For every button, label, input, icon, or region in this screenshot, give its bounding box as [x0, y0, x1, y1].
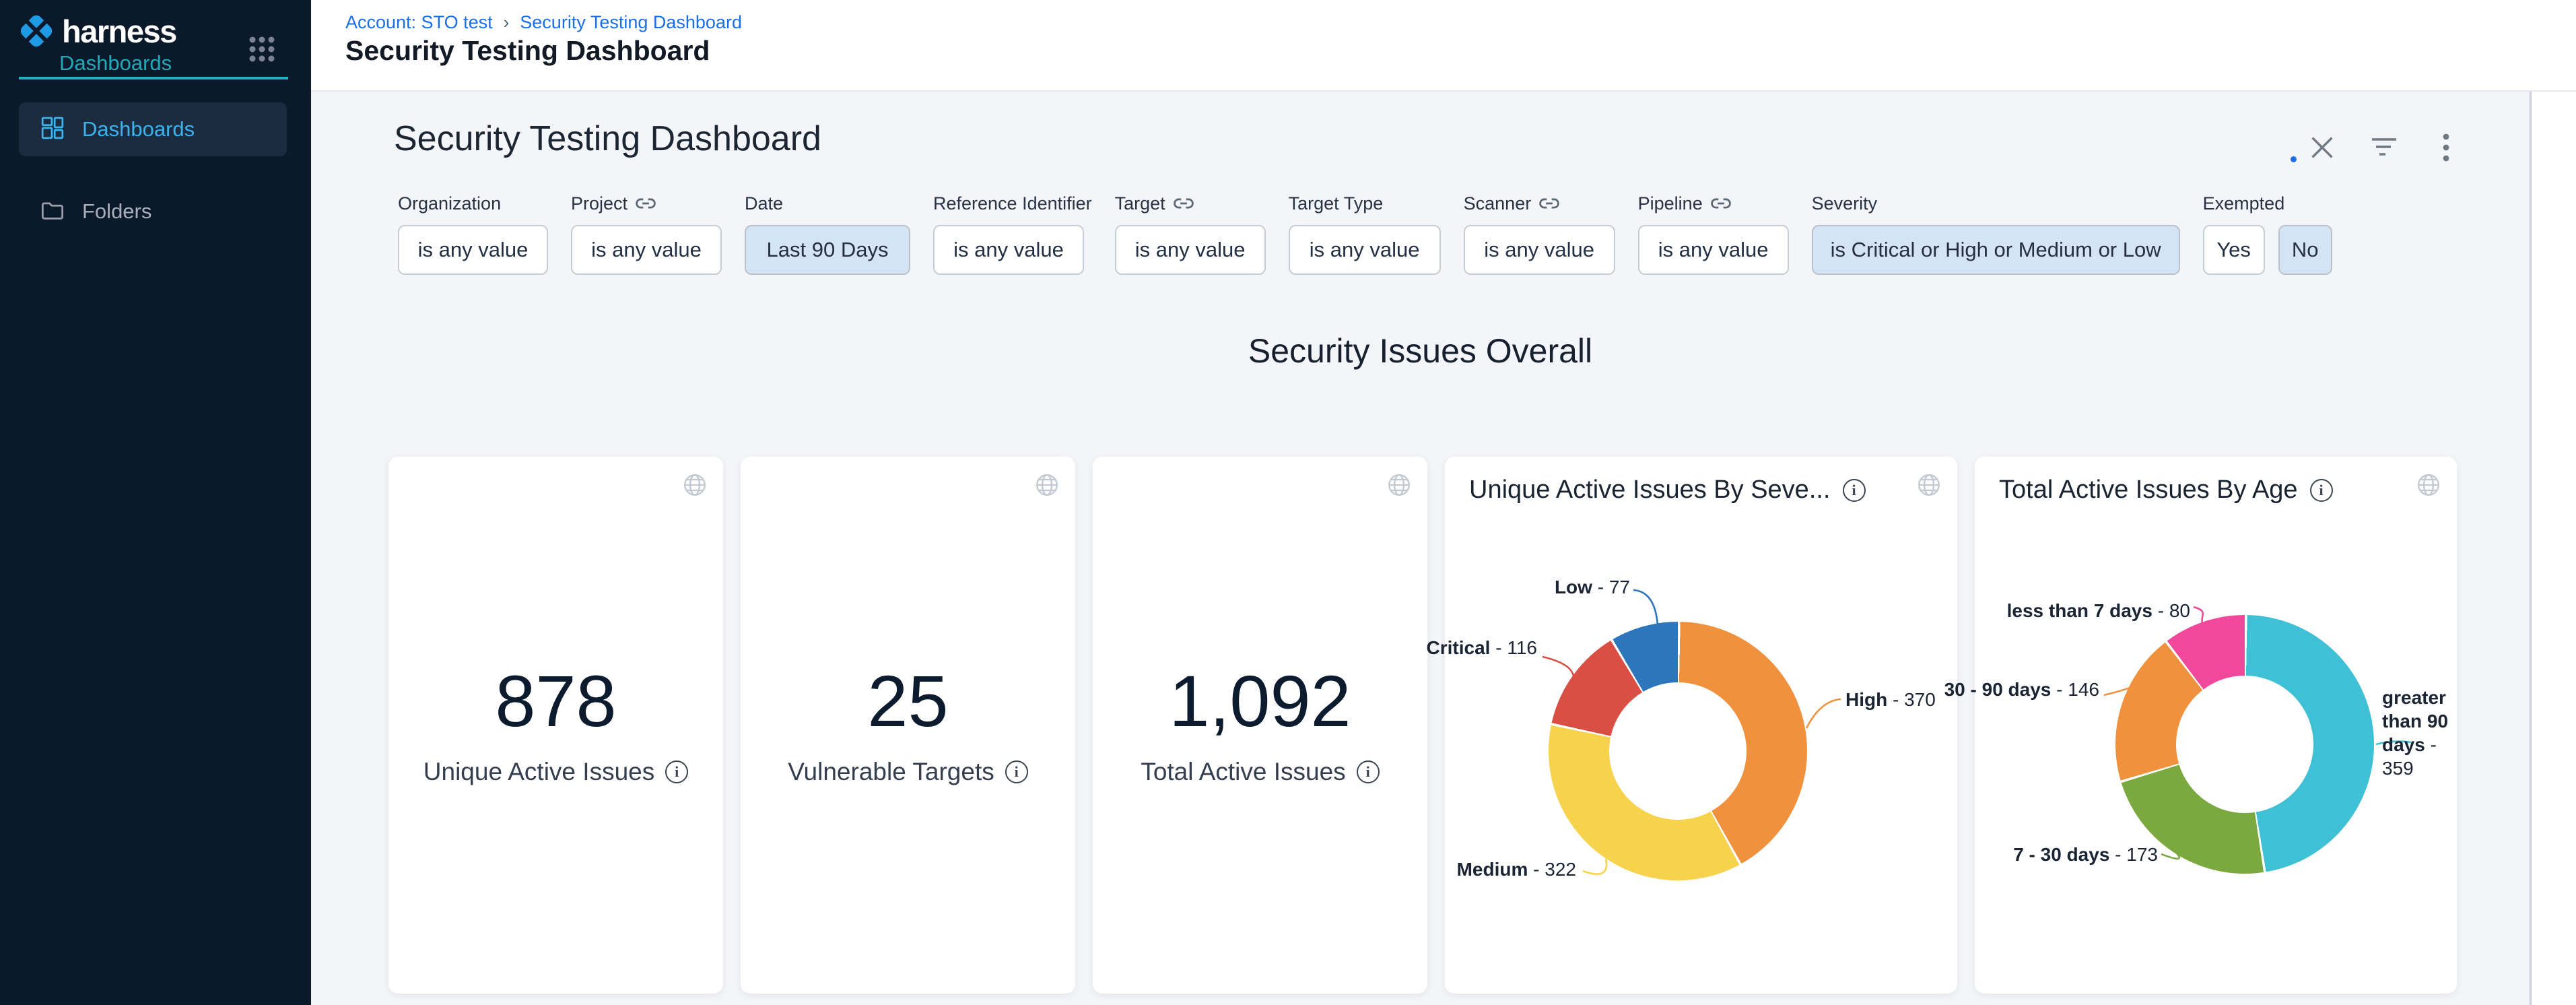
filter-label: Exempted — [2203, 193, 2285, 214]
pie-label-less-7-days: less than 7 days - 80 — [2007, 599, 2190, 622]
filter-value[interactable]: is any value — [571, 225, 722, 275]
stat-card-unique-active-issues: 878 Unique Active Issues — [388, 457, 723, 994]
pie-label-7-30-days: 7 - 30 days - 173 — [2013, 843, 2158, 866]
filter-value[interactable]: is any value — [933, 225, 1084, 275]
brand-name: harness — [62, 13, 176, 50]
filter-pipeline: Pipeline is any value — [1638, 193, 1789, 275]
filter-severity: Severity is Critical or High or Medium o… — [1812, 193, 2180, 275]
scrollbar-track[interactable] — [2530, 92, 2576, 1005]
filter-target: Target is any value — [1115, 193, 1266, 275]
filter-bar: Organization is any value Project is any… — [398, 193, 2332, 275]
stat-value: 25 — [867, 665, 948, 738]
sidebar: harness Dashboards — [0, 0, 311, 1005]
filter-value[interactable]: Last 90 Days — [745, 225, 910, 275]
pie-label-low: Low - 77 — [1555, 575, 1630, 599]
filter-label: Scanner — [1464, 193, 1532, 214]
dashboard-content: Security Testing Dashboard Organization … — [311, 92, 2530, 1005]
breadcrumb-page-link[interactable]: Security Testing Dashboard — [520, 12, 742, 33]
sidebar-divider — [19, 77, 288, 79]
harness-logo[interactable]: harness — [18, 12, 176, 50]
chart-card-issues-by-severity: Unique Active Issues By Seve... Low - 77… — [1445, 457, 1957, 994]
dashboards-icon — [40, 116, 65, 143]
filter-label: Target Type — [1289, 193, 1384, 214]
kebab-menu-icon[interactable] — [2432, 133, 2460, 162]
pie-label-high: High - 370 — [1845, 688, 1936, 711]
stat-card-vulnerable-targets: 25 Vulnerable Targets — [741, 457, 1075, 994]
stat-value: 1,092 — [1169, 665, 1351, 738]
info-icon[interactable] — [1005, 760, 1028, 783]
chart-title: Total Active Issues By Age — [1999, 476, 2298, 505]
info-icon[interactable] — [2310, 479, 2333, 502]
filter-label: Reference Identifier — [933, 193, 1092, 214]
filter-scanner: Scanner is any value — [1464, 193, 1615, 275]
sidebar-item-dashboards[interactable]: Dashboards — [19, 102, 287, 156]
filter-value[interactable]: is Critical or High or Medium or Low — [1812, 225, 2180, 275]
severity-donut[interactable] — [1549, 622, 1807, 880]
donut-hole — [1609, 682, 1747, 820]
filter-label: Date — [745, 193, 783, 214]
top-header: Account: STO test › Security Testing Das… — [311, 0, 2576, 92]
info-icon[interactable] — [1357, 760, 1380, 783]
pie-label-medium: Medium - 322 — [1457, 857, 1576, 881]
filter-target-type: Target Type is any value — [1289, 193, 1441, 275]
chart-card-issues-by-age: Total Active Issues By Age less than 7 d… — [1975, 457, 2457, 994]
stat-label: Unique Active Issues — [423, 758, 654, 786]
donut-hole — [2176, 676, 2313, 813]
filter-label: Project — [571, 193, 628, 214]
sidebar-item-label: Folders — [82, 199, 151, 224]
breadcrumb: Account: STO test › Security Testing Das… — [345, 12, 742, 33]
filter-date: Date Last 90 Days — [745, 193, 910, 275]
stat-card-total-active-issues: 1,092 Total Active Issues — [1093, 457, 1427, 994]
sidebar-item-label: Dashboards — [82, 117, 195, 141]
module-label: Dashboards — [59, 51, 172, 75]
info-icon[interactable] — [1843, 479, 1866, 502]
filter-label: Pipeline — [1638, 193, 1703, 214]
age-donut[interactable] — [2115, 615, 2374, 874]
exempted-no-button[interactable]: No — [2278, 225, 2332, 275]
stat-label: Vulnerable Targets — [788, 758, 994, 786]
filter-reference-identifier: Reference Identifier is any value — [933, 193, 1092, 275]
filter-value[interactable]: is any value — [1638, 225, 1789, 275]
pie-label-greater-90-days: greater than 90 days - 359 — [2382, 686, 2462, 780]
link-icon — [1711, 196, 1731, 211]
filter-value[interactable]: is any value — [398, 225, 548, 275]
page-title: Security Testing Dashboard — [345, 35, 710, 67]
stat-label: Total Active Issues — [1141, 758, 1345, 786]
folder-icon — [40, 198, 65, 226]
filter-icon[interactable] — [2370, 133, 2398, 162]
section-heading: Security Issues Overall — [311, 331, 2530, 370]
filter-label: Organization — [398, 193, 501, 214]
breadcrumb-separator: › — [504, 12, 510, 33]
pie-label-critical: Critical - 116 — [1427, 636, 1537, 659]
cards-row: 878 Unique Active Issues 25 Vulnerable T… — [388, 457, 2457, 994]
filter-project: Project is any value — [571, 193, 722, 275]
sidebar-item-folders[interactable]: Folders — [19, 185, 287, 238]
filter-value[interactable]: is any value — [1289, 225, 1441, 275]
harness-logo-icon — [18, 12, 55, 50]
close-icon[interactable] — [2308, 133, 2336, 162]
filter-value[interactable]: is any value — [1115, 225, 1266, 275]
filter-label: Severity — [1812, 193, 1878, 214]
exempted-yes-button[interactable]: Yes — [2203, 225, 2265, 275]
dashboard-actions — [2308, 133, 2460, 162]
link-icon — [1539, 196, 1559, 211]
link-icon — [636, 196, 656, 211]
cursor-dot — [2291, 156, 2297, 162]
stat-value: 878 — [495, 665, 616, 738]
breadcrumb-account-link[interactable]: Account: STO test — [345, 12, 493, 33]
app: harness Dashboards — [0, 0, 2576, 1005]
chart-title: Unique Active Issues By Seve... — [1469, 476, 1831, 505]
sidebar-nav: Dashboards Folders — [19, 102, 287, 238]
globe-icon[interactable] — [1917, 473, 1941, 500]
filter-label: Target — [1115, 193, 1165, 214]
filter-value[interactable]: is any value — [1464, 225, 1615, 275]
apps-grid-icon[interactable] — [248, 35, 276, 63]
link-icon — [1174, 196, 1194, 211]
info-icon[interactable] — [665, 760, 688, 783]
filter-organization: Organization is any value — [398, 193, 548, 275]
globe-icon[interactable] — [2416, 473, 2441, 500]
pie-label-30-90-days: 30 - 90 days - 146 — [1944, 678, 2099, 701]
filter-exempted: Exempted Yes No — [2203, 193, 2332, 275]
dashboard-title: Security Testing Dashboard — [394, 119, 821, 159]
